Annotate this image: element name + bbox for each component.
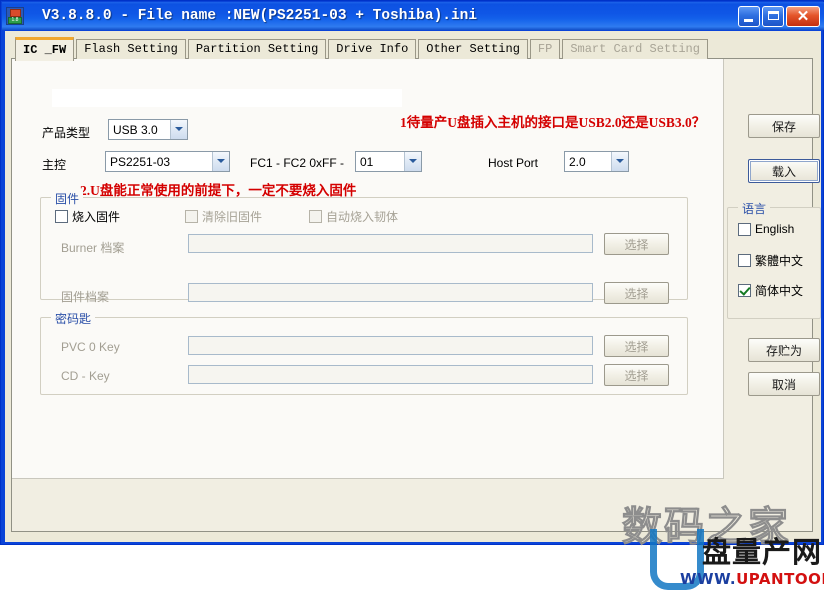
chevron-down-icon [212,152,229,171]
pvc-key-label: PVC 0 Key [61,340,120,354]
tab-page-ic-fw: 产品类型 USB 3.0 主控 PS2251-03 FC1 - FC2 0xFF… [11,58,824,590]
password-group-title: 密码匙 [51,310,96,327]
tab-strip: IC _FW Flash Setting Partition Setting D… [15,37,710,61]
chevron-down-icon [170,120,187,139]
watermark-upan: 盘量产网 [702,535,823,569]
burn-firmware-label: 烧入固件 [72,210,121,224]
pvc-key-browse-button: 选择 [604,335,669,357]
decorative-strip [52,89,402,107]
watermark-url-prefix: WWW. [680,570,737,588]
fc-value: 01 [360,154,374,169]
language-group-title: 语言 [738,200,771,217]
language-simplified-chinese-checkbox[interactable]: 简体中文 [738,282,803,299]
burner-file-input[interactable] [188,234,593,253]
auto-burn-firmware-label: 自动烧入韧体 [326,210,399,224]
watermark-url: WWW.UPANTOOL.COM [680,570,824,588]
title-bar: 1.8 V3.8.8.0 - File name :NEW(PS2251-03 … [2,2,824,30]
save-as-button[interactable]: 存贮为 [748,338,820,362]
checkbox-icon [309,210,322,223]
tab-flash-setting[interactable]: Flash Setting [76,39,186,59]
fc-range-label: FC1 - FC2 0xFF - [250,156,345,170]
language-english-label: English [755,222,795,236]
firmware-file-browse-button: 选择 [604,282,669,304]
application-window: 1.8 V3.8.8.0 - File name :NEW(PS2251-03 … [0,0,824,590]
checkbox-icon [738,254,751,267]
language-group: 语言 English 繁體中文 简体中文 [727,200,821,319]
form-panel: 产品类型 USB 3.0 主控 PS2251-03 FC1 - FC2 0xFF… [12,59,724,479]
host-port-combo[interactable]: 2.0 [564,151,629,172]
tab-drive-info[interactable]: Drive Info [328,39,417,59]
product-type-value: USB 3.0 [113,122,158,137]
pvc-key-input[interactable] [188,336,593,355]
product-type-label: 产品类型 [42,126,91,140]
burner-file-label: Burner 档案 [61,241,125,255]
load-button[interactable]: 载入 [748,159,820,183]
firmware-file-label: 固件档案 [61,290,110,304]
host-port-value: 2.0 [569,154,586,169]
auto-burn-firmware-checkbox: 自动烧入韧体 [309,208,398,225]
language-traditional-chinese-label: 繁體中文 [755,254,804,268]
product-type-combo[interactable]: USB 3.0 [108,119,188,140]
clear-old-firmware-checkbox: 清除旧固件 [185,208,262,225]
controller-combo[interactable]: PS2251-03 [105,151,230,172]
checkbox-icon [185,210,198,223]
password-group: 密码匙 PVC 0 Key 选择 CD - Key 选择 [40,310,688,395]
window-title: V3.8.8.0 - File name :NEW(PS2251-03 + To… [42,8,478,24]
burner-file-browse-button: 选择 [604,233,669,255]
client-area: IC _FW Flash Setting Partition Setting D… [5,31,824,590]
tab-fp: FP [529,39,561,59]
close-icon: ✕ [796,7,810,25]
burn-firmware-checkbox[interactable]: 烧入固件 [55,208,120,225]
tab-ic-fw[interactable]: IC _FW [15,37,75,61]
cd-key-label: CD - Key [61,369,110,383]
firmware-group-title: 固件 [51,190,84,207]
firmware-file-input[interactable] [188,283,593,302]
save-button[interactable]: 保存 [748,114,820,138]
controller-value: PS2251-03 [110,154,171,169]
checkbox-icon [55,210,68,223]
checkbox-icon [738,222,751,236]
annotation-usb-port: 1待量产U盘插入主机的接口是USB2.0还是USB3.0？ [400,115,706,130]
checkbox-checked-icon [738,284,751,297]
cd-key-input[interactable] [188,365,593,384]
firmware-group: 固件 烧入固件 清除旧固件 自动烧入韧体 Burner 档案 选择 固件档案 选… [40,190,688,304]
minimize-button[interactable] [738,5,760,27]
controller-label: 主控 [42,158,67,172]
close-button[interactable]: ✕ [786,5,820,27]
annotation-no-firmware-burn: 2.U盘能正常使用的前提下，一定不要烧入固件 [80,183,357,198]
minimize-icon [744,18,753,22]
language-traditional-chinese-checkbox[interactable]: 繁體中文 [738,252,803,269]
maximize-icon [768,10,779,20]
chevron-down-icon [404,152,421,171]
host-port-label: Host Port [488,156,539,170]
maximize-button[interactable] [762,5,784,27]
cd-key-browse-button: 选择 [604,364,669,386]
fc-value-combo[interactable]: 01 [355,151,422,172]
clear-old-firmware-label: 清除旧固件 [202,210,263,224]
tab-smart-card-setting: Smart Card Setting [562,39,708,59]
chevron-down-icon [611,152,628,171]
app-icon: 1.8 [6,7,24,25]
tab-partition-setting[interactable]: Partition Setting [187,39,327,59]
watermark-url-main: UPANTOOL [736,570,824,588]
window-controls: ✕ [738,5,820,27]
language-simplified-chinese-label: 简体中文 [755,284,804,298]
language-english-checkbox[interactable]: English [738,222,794,236]
cancel-button[interactable]: 取消 [748,372,820,396]
tab-other-setting[interactable]: Other Setting [418,39,528,59]
